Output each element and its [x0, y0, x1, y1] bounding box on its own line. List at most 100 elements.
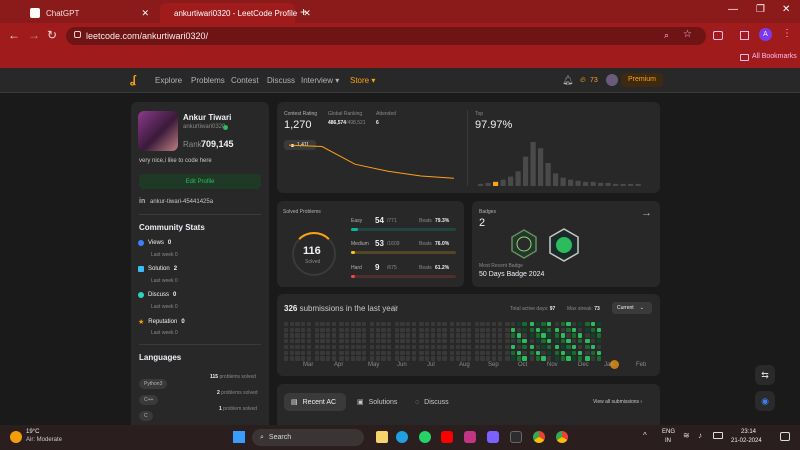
reload-icon[interactable]: ↻: [47, 28, 57, 42]
arrow-right-icon[interactable]: →: [641, 207, 652, 219]
nav-explore[interactable]: Explore: [155, 76, 182, 85]
chrome-icon[interactable]: [533, 431, 545, 443]
premium-button[interactable]: Premium: [621, 73, 664, 87]
view-all-link[interactable]: View all submissions ›: [593, 399, 642, 405]
site-info-icon[interactable]: [74, 31, 81, 38]
nav-discuss[interactable]: Discuss: [267, 76, 295, 85]
heatmap-cell: [375, 350, 380, 355]
heatmap-cell: [585, 333, 590, 338]
heatmap-cell: [442, 327, 447, 333]
heatmap-cell: [547, 356, 552, 361]
weather-icon[interactable]: [10, 431, 22, 443]
nav-problems[interactable]: Problems: [191, 76, 225, 85]
heatmap-cell: [356, 356, 361, 361]
histogram-bar: [560, 177, 566, 186]
all-bookmarks-link[interactable]: All Bookmarks: [752, 53, 797, 60]
heatmap-cell: [596, 339, 602, 344]
app-icon[interactable]: [487, 431, 499, 443]
zoom-icon[interactable]: ⌕: [664, 30, 669, 41]
bell-icon[interactable]: 🔔︎: [562, 75, 573, 86]
tab-solutions[interactable]: ▣ Solutions: [357, 393, 397, 411]
url-bar[interactable]: leetcode.com/ankurtiwari0320/: [66, 27, 706, 45]
browser-tab-strip: ChatGPT ✕ ankurtiwari0320 - LeetCode Pro…: [0, 0, 800, 23]
heatmap-cell: [314, 327, 319, 333]
heatmap-cell: [369, 322, 375, 327]
month-label: Aug: [459, 362, 470, 368]
top-percentage: 97.97%: [475, 119, 513, 131]
heatmap-cell: [356, 344, 361, 350]
side-panel-icon[interactable]: [740, 31, 749, 40]
heatmap-cell: [301, 356, 306, 361]
language-indicator[interactable]: ENG: [662, 429, 675, 435]
heatmap-cell: [325, 322, 331, 327]
nav-store[interactable]: Store ▾: [350, 76, 375, 85]
windows-start-icon[interactable]: [233, 431, 245, 443]
battery-icon[interactable]: [713, 432, 723, 439]
weather-temp[interactable]: 19°C: [26, 429, 39, 435]
heatmap-cell: [541, 339, 546, 344]
edge-icon[interactable]: [396, 431, 408, 443]
heatmap-cell: [566, 350, 571, 355]
instagram-icon[interactable]: [464, 431, 476, 443]
heatmap-cell: [436, 333, 441, 338]
maximize-button[interactable]: ❐: [756, 4, 765, 15]
star-icon[interactable]: ☆: [683, 29, 692, 40]
toggle-panel-button[interactable]: ⇆: [755, 365, 775, 385]
fire-icon: 🔥︎: [580, 75, 586, 84]
heatmap-cell: [560, 327, 565, 333]
weather-desc[interactable]: Air: Moderate: [26, 437, 62, 443]
youtube-icon[interactable]: [441, 431, 453, 443]
heatmap-cell: [339, 327, 344, 333]
tab-recent-ac[interactable]: ▤ Recent AC: [284, 393, 346, 411]
chevron-up-icon[interactable]: ^: [643, 431, 647, 440]
app-icon[interactable]: [510, 431, 522, 443]
tab-discuss[interactable]: ◌ Discuss: [415, 393, 449, 411]
back-arrow-icon[interactable]: ←: [8, 28, 20, 42]
heatmap-cell: [554, 356, 560, 361]
heatmap-cell: [571, 327, 577, 333]
wifi-icon[interactable]: ≋: [683, 431, 690, 440]
clock-time[interactable]: 23:14: [741, 429, 756, 435]
close-icon[interactable]: ✕: [141, 8, 149, 19]
avatar[interactable]: [606, 74, 618, 86]
stat-discuss: Discuss 0: [138, 292, 176, 298]
forward-arrow-icon[interactable]: →: [28, 28, 40, 42]
heatmap-cell: [289, 350, 295, 355]
community-stats-title: Community Stats: [139, 223, 205, 232]
leetcode-logo-icon[interactable]: ʆ: [130, 74, 136, 86]
heatmap-cell: [547, 350, 552, 355]
heatmap-cell: [386, 327, 392, 333]
nav-interview[interactable]: Interview ▾: [301, 76, 339, 85]
language-region[interactable]: IN: [665, 438, 671, 444]
file-explorer-icon[interactable]: [376, 431, 388, 443]
whatsapp-icon[interactable]: [419, 431, 431, 443]
avatar[interactable]: A: [759, 28, 772, 41]
volume-icon[interactable]: ♪: [698, 431, 702, 440]
window-close-button[interactable]: ✕: [782, 4, 790, 15]
rating-line: [288, 144, 455, 179]
linkedin-link[interactable]: ankur-tiwari-45441425a: [150, 199, 213, 205]
heatmap-cell: [419, 322, 424, 327]
feedback-button[interactable]: ◉: [755, 391, 775, 411]
heatmap-cell: [585, 356, 590, 361]
nav-contest[interactable]: Contest: [231, 76, 259, 85]
tab-leetcode[interactable]: ankurtiwari0320 - LeetCode Profile ✕: [160, 3, 311, 23]
heatmap-cell: [474, 339, 480, 344]
info-icon[interactable]: ⓘ: [392, 304, 398, 313]
histogram-bar: [613, 183, 619, 186]
notification-icon[interactable]: [780, 432, 790, 441]
clock-date[interactable]: 21-02-2024: [731, 438, 762, 444]
streak-count[interactable]: 73: [590, 77, 598, 84]
heatmap-cell: [381, 339, 386, 344]
extensions-icon[interactable]: [713, 31, 723, 40]
taskbar-search[interactable]: ⌕ Search: [252, 429, 364, 446]
chrome-icon[interactable]: [556, 431, 568, 443]
edit-profile-button[interactable]: Edit Profile: [139, 174, 261, 189]
minimize-button[interactable]: —: [728, 4, 738, 15]
heatmap-cell: [442, 339, 447, 344]
new-tab-button[interactable]: +: [300, 5, 307, 19]
leetcode-navbar: ʆ Explore Problems Contest Discuss Inter…: [0, 68, 800, 93]
year-dropdown[interactable]: Current ⌄: [612, 302, 652, 314]
tab-chatgpt[interactable]: ChatGPT ✕: [22, 3, 157, 23]
kebab-menu-icon[interactable]: ⋮: [782, 28, 792, 39]
